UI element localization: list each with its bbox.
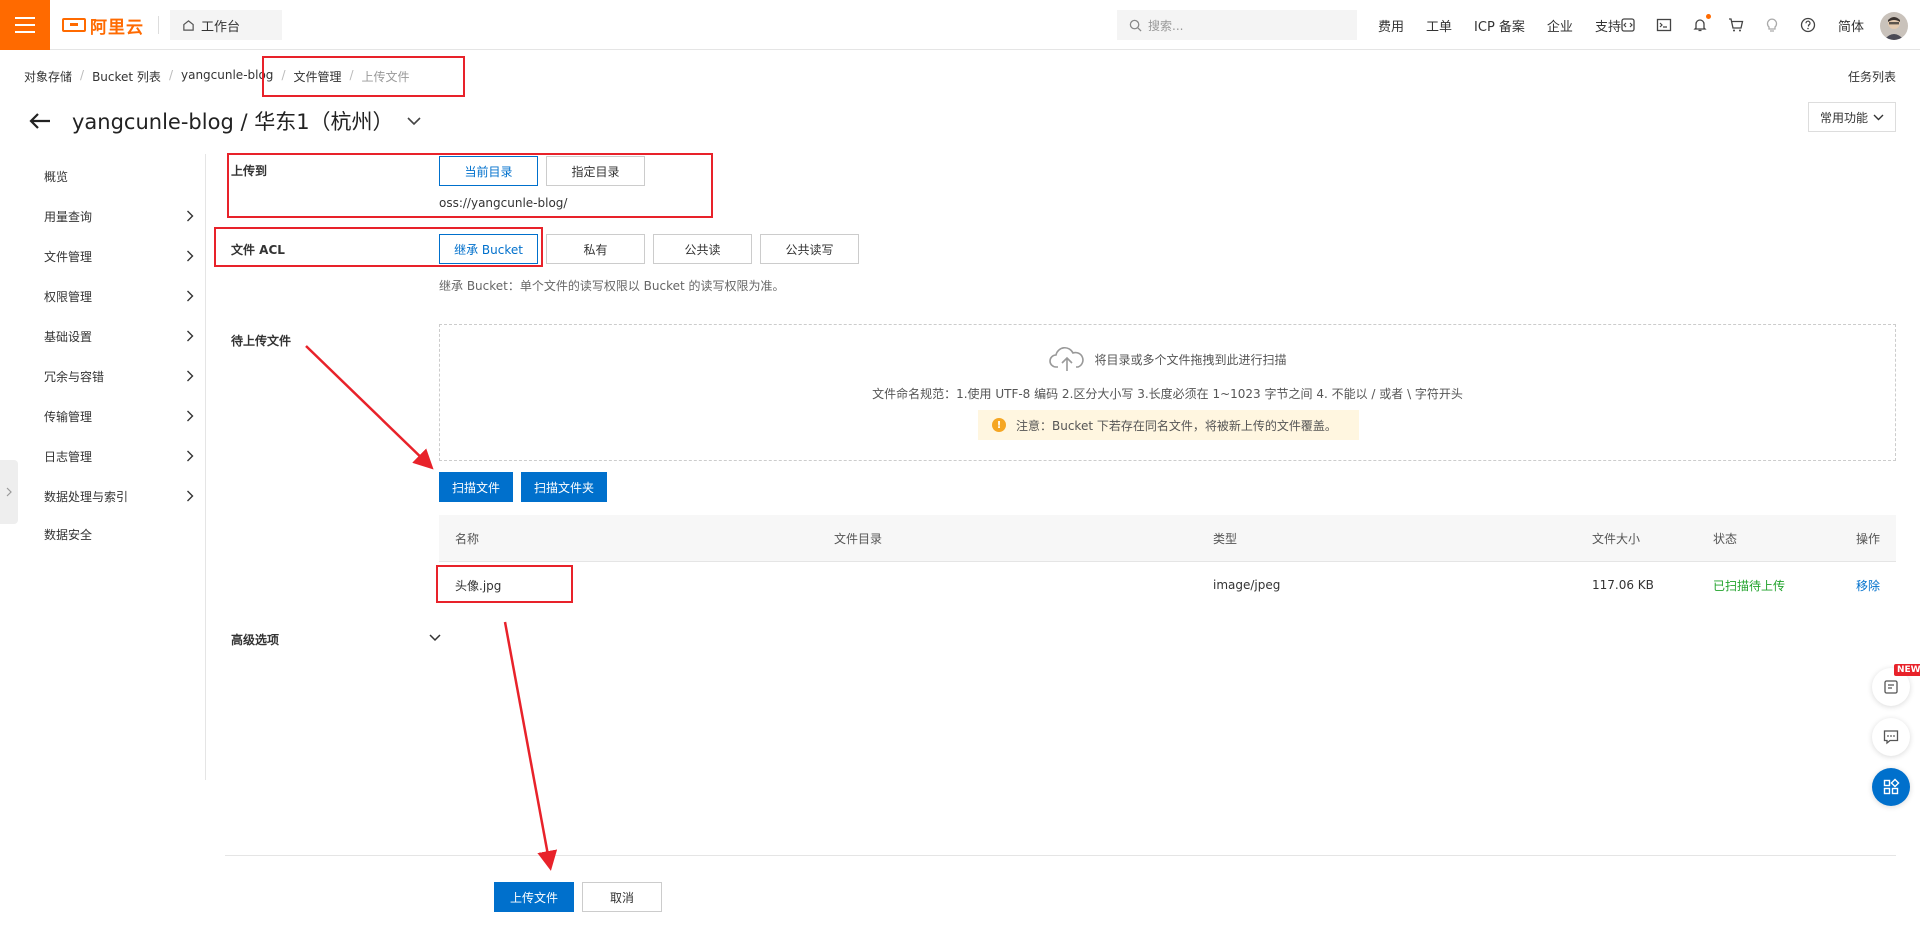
table-row: 头像.jpg image/jpeg 117.06 KB 已扫描待上传 移除 <box>439 562 1896 608</box>
acl-public-read-write-option[interactable]: 公共读写 <box>760 234 859 264</box>
acl-hint: 继承 Bucket：单个文件的读写权限以 Bucket 的读写权限为准。 <box>439 279 785 293</box>
pending-files-label: 待上传文件 <box>231 334 292 348</box>
chevron-right-icon <box>187 370 194 382</box>
sidebar-item-redundancy[interactable]: 冗余与容错 <box>44 366 194 386</box>
column-header-status: 状态 <box>1713 531 1738 546</box>
page-title: yangcunle-blog / 华东1（杭州） <box>72 106 422 136</box>
chevron-down-icon <box>1873 114 1884 120</box>
code-icon[interactable] <box>1620 17 1636 33</box>
acl-public-read-option[interactable]: 公共读 <box>653 234 752 264</box>
back-arrow-icon[interactable] <box>28 111 52 134</box>
logo-icon <box>62 18 86 32</box>
column-header-type: 类型 <box>1213 531 1238 546</box>
search-icon <box>1129 19 1142 32</box>
column-header-name: 名称 <box>455 531 480 546</box>
annotation-box-upload-to <box>227 153 713 218</box>
book-icon <box>1884 680 1898 694</box>
overwrite-notice: ! 注意：Bucket 下若存在同名文件，将被新上传的文件覆盖。 <box>978 410 1359 440</box>
advanced-options-label[interactable]: 高级选项 <box>231 631 279 648</box>
scan-file-button[interactable]: 扫描文件 <box>439 472 513 502</box>
avatar[interactable] <box>1880 12 1908 40</box>
chevron-right-icon <box>187 490 194 502</box>
cloud-upload-icon <box>1049 347 1085 371</box>
chevron-right-icon <box>187 210 194 222</box>
common-functions-button[interactable]: 常用功能 <box>1808 102 1896 132</box>
notification-dot <box>1706 14 1711 19</box>
sidebar-collapse-handle[interactable] <box>0 460 18 524</box>
sidebar-item-overview[interactable]: 概览 <box>44 166 194 186</box>
task-list-link[interactable]: 任务列表 <box>1848 68 1896 85</box>
chevron-down-icon[interactable] <box>429 634 441 642</box>
warning-icon: ! <box>992 418 1006 432</box>
file-status-cell: 已扫描待上传 <box>1713 578 1786 593</box>
file-size-cell: 117.06 KB <box>1592 578 1654 592</box>
breadcrumb-oss[interactable]: 对象存储 <box>24 68 72 85</box>
new-badge: NEW <box>1894 664 1920 676</box>
annotation-box-file <box>436 565 573 603</box>
nav-icp[interactable]: ICP 备案 <box>1474 16 1525 35</box>
terminal-icon[interactable] <box>1656 17 1672 33</box>
sidebar-item-files[interactable]: 文件管理 <box>44 246 194 266</box>
grid-apps-icon <box>1883 778 1900 795</box>
apps-float-button[interactable] <box>1872 768 1910 806</box>
annotation-arrows <box>305 345 558 871</box>
sidebar-item-data-security[interactable]: 数据安全 <box>44 524 194 544</box>
sidebar-item-usage[interactable]: 用量查询 <box>44 206 194 226</box>
file-table-header: 名称 文件目录 类型 文件大小 状态 操作 <box>439 515 1896 562</box>
menu-icon[interactable] <box>0 0 50 50</box>
annotation-arrow-scan <box>305 345 434 470</box>
feedback-float-button[interactable] <box>1872 718 1910 756</box>
footer-divider <box>225 855 1896 856</box>
nav-support[interactable]: 支持 <box>1595 16 1621 35</box>
chevron-right-icon <box>187 330 194 342</box>
scan-folder-button[interactable]: 扫描文件夹 <box>521 472 607 502</box>
annotation-box-breadcrumb <box>262 56 465 97</box>
remove-file-link[interactable]: 移除 <box>1856 562 1880 608</box>
annotation-arrow-upload <box>503 621 558 871</box>
nav-enterprise[interactable]: 企业 <box>1547 16 1573 35</box>
search-input[interactable]: 搜索... <box>1117 10 1357 40</box>
cart-icon[interactable] <box>1728 17 1744 33</box>
column-header-action: 操作 <box>1856 531 1881 546</box>
bell-icon[interactable] <box>1692 14 1711 33</box>
column-header-size: 文件大小 <box>1592 531 1641 546</box>
chevron-right-icon <box>6 487 12 497</box>
aliyun-logo[interactable]: 阿里云 <box>62 14 144 38</box>
home-icon <box>183 19 194 31</box>
chevron-down-icon[interactable] <box>406 116 422 126</box>
annotation-box-acl <box>214 227 543 267</box>
sidebar-item-data-processing[interactable]: 数据处理与索引 <box>44 486 194 506</box>
naming-rule-text: 文件命名规范：1.使用 UTF-8 编码 2.区分大小写 3.长度必须在 1~1… <box>872 387 1463 401</box>
sidebar-item-logs[interactable]: 日志管理 <box>44 446 194 466</box>
breadcrumb-bucket-list[interactable]: Bucket 列表 <box>92 68 161 85</box>
file-type-cell: image/jpeg <box>1213 578 1281 592</box>
sidebar-item-basic-settings[interactable]: 基础设置 <box>44 326 194 346</box>
workbench-button[interactable]: 工作台 <box>170 10 282 40</box>
chevron-right-icon <box>187 250 194 262</box>
file-dropzone[interactable]: 将目录或多个文件拖拽到此进行扫描 文件命名规范：1.使用 UTF-8 编码 2.… <box>439 324 1896 461</box>
acl-private-option[interactable]: 私有 <box>546 234 645 264</box>
dropzone-text: 将目录或多个文件拖拽到此进行扫描 <box>1094 352 1287 367</box>
breadcrumb-bucket[interactable]: yangcunle-blog <box>181 68 273 85</box>
chat-icon <box>1883 730 1899 745</box>
divider <box>158 16 159 34</box>
cancel-button[interactable]: 取消 <box>582 882 662 912</box>
language-switch[interactable]: 简体 <box>1838 16 1864 35</box>
chevron-right-icon <box>187 450 194 462</box>
nav-ticket[interactable]: 工单 <box>1426 16 1452 35</box>
column-header-directory: 文件目录 <box>834 531 883 546</box>
sidebar-item-transfer[interactable]: 传输管理 <box>44 406 194 426</box>
chevron-right-icon <box>187 290 194 302</box>
upload-files-button[interactable]: 上传文件 <box>494 882 574 912</box>
chevron-right-icon <box>187 410 194 422</box>
top-bar: 阿里云 工作台 搜索... 费用 工单 ICP 备案 企业 支持 简体 <box>0 0 1920 50</box>
nav-billing[interactable]: 费用 <box>1378 16 1404 35</box>
sidebar-item-permissions[interactable]: 权限管理 <box>44 286 194 306</box>
top-nav: 费用 工单 ICP 备案 企业 支持 <box>1378 0 1643 50</box>
lightbulb-icon[interactable] <box>1764 17 1780 33</box>
top-icons <box>1620 0 1836 50</box>
sidebar: 概览 用量查询 文件管理 权限管理 基础设置 冗余与容错 传输管理 日志管理 数… <box>0 154 206 780</box>
help-icon[interactable] <box>1800 17 1816 33</box>
